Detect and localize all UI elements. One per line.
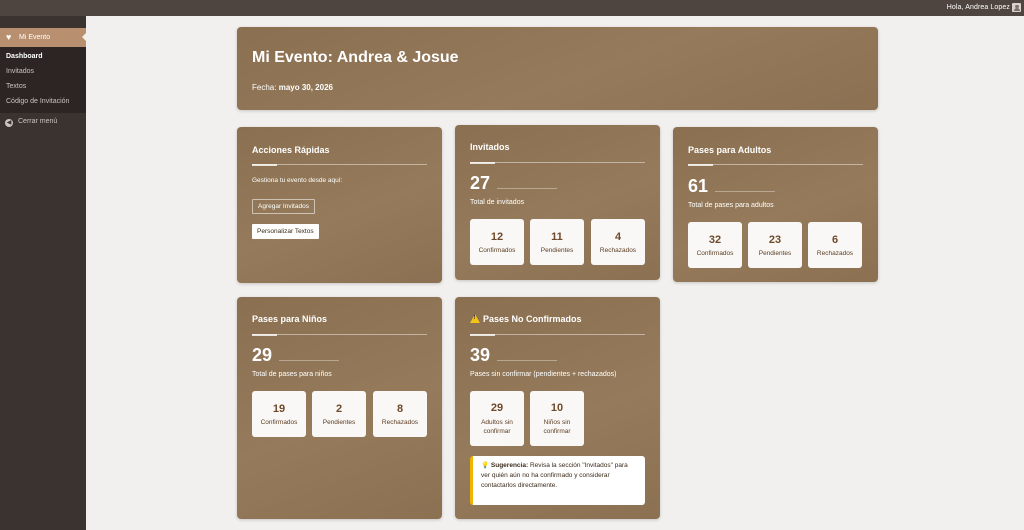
stat-value: 23 — [768, 234, 782, 246]
unconfirmed-caption: Pases sin confirmar (pendientes + rechaz… — [470, 371, 617, 378]
event-date: Fecha: mayo 30, 2026 — [252, 83, 333, 92]
sidebar-app-title: Mi Evento — [19, 34, 51, 41]
active-indicator — [82, 32, 87, 42]
sidebar-item-textos[interactable]: Textos — [6, 83, 26, 90]
stat-label: Confirmados — [696, 250, 734, 257]
stat-pending: 23 Pendientes — [748, 222, 802, 268]
sidebar-item-codigo-invitacion[interactable]: Código de Invitación — [6, 98, 69, 105]
stat-rejected: 8 Rechazados — [373, 391, 427, 437]
stat-label-line2: confirmar — [543, 428, 571, 435]
suggestion-label: Sugerencia: — [490, 462, 529, 469]
quick-actions-card: Acciones Rápidas Gestiona tu evento desd… — [237, 127, 442, 283]
number-underline — [497, 188, 557, 189]
number-underline — [497, 360, 557, 361]
collapse-arrow-icon: ◀ — [5, 119, 13, 127]
adult-passes-caption: Total de pases para adultos — [688, 202, 774, 209]
unconfirmed-passes-card: Pases No Confirmados 39 Pases sin confir… — [455, 297, 660, 519]
stat-label: Pendientes — [758, 250, 792, 257]
sidebar-submenu: Dashboard Invitados Textos Código de Inv… — [0, 47, 86, 113]
stat-confirmed: 19 Confirmados — [252, 391, 306, 437]
guests-card: Invitados 27 Total de invitados 12 Confi… — [455, 125, 660, 280]
stat-rejected: 6 Rechazados — [808, 222, 862, 268]
sidebar-item-invitados[interactable]: Invitados — [6, 68, 34, 75]
card-title: Acciones Rápidas — [252, 145, 330, 155]
stat-value: 8 — [396, 403, 404, 415]
stat-value: 12 — [490, 231, 504, 243]
stat-label: Pendientes — [322, 419, 356, 426]
suggestion-box: 💡 Sugerencia: Revisa la sección "Invitad… — [470, 456, 645, 505]
divider — [470, 333, 645, 336]
divider — [688, 163, 863, 166]
card-title-text: Pases No Confirmados — [483, 314, 582, 324]
quick-actions-description: Gestiona tu evento desde aquí: — [252, 177, 343, 184]
collapse-menu-label: Cerrar menú — [18, 118, 58, 125]
stat-value: 19 — [272, 403, 286, 415]
guests-caption: Total de invitados — [470, 199, 525, 206]
stat-label: Niños sin confirmar — [530, 418, 584, 436]
adult-passes-total: 61 — [688, 176, 709, 196]
stat-label: Rechazados — [381, 419, 419, 426]
heart-icon: ♥ — [6, 32, 12, 42]
stat-value: 4 — [614, 231, 622, 243]
event-date-label: Fecha: — [252, 83, 277, 92]
admin-top-bar: Hola, Andrea Lopez — [0, 0, 1024, 16]
stat-value: 2 — [335, 403, 343, 415]
stat-label: Rechazados — [816, 250, 854, 257]
collapse-menu-button[interactable]: ◀ Cerrar menú — [5, 118, 57, 127]
user-greeting[interactable]: Hola, Andrea Lopez — [947, 4, 1010, 11]
stat-adults-unconfirmed: 29 Adultos sin confirmar — [470, 391, 524, 446]
page-title: Mi Evento: Andrea & Josue — [252, 49, 459, 66]
stat-label: Confirmados — [478, 247, 516, 254]
stat-label: Confirmados — [260, 419, 298, 426]
card-title: Pases para Niños — [252, 314, 328, 324]
number-underline — [279, 360, 339, 361]
kid-passes-card: Pases para Niños 29 Total de pases para … — [237, 297, 442, 519]
stat-label-line1: Adultos sin — [481, 419, 513, 426]
unconfirmed-total: 39 — [470, 345, 491, 365]
stat-pending: 11 Pendientes — [530, 219, 584, 265]
divider — [470, 161, 645, 164]
warning-icon — [470, 314, 480, 323]
stat-confirmed: 32 Confirmados — [688, 222, 742, 268]
guests-total: 27 — [470, 173, 491, 193]
stat-confirmed: 12 Confirmados — [470, 219, 524, 265]
add-guests-button[interactable]: Agregar Invitados — [252, 199, 315, 214]
kid-passes-total: 29 — [252, 345, 273, 365]
stat-label: Pendientes — [540, 247, 574, 254]
event-header-card: Mi Evento: Andrea & Josue Fecha: mayo 30… — [237, 27, 878, 110]
stat-label: Rechazados — [599, 247, 637, 254]
stat-label-line2: confirmar — [483, 428, 511, 435]
stat-label: Adultos sin confirmar — [470, 418, 524, 436]
adult-passes-card: Pases para Adultos 61 Total de pases par… — [673, 127, 878, 282]
sidebar: ♥ Mi Evento Dashboard Invitados Textos C… — [0, 16, 87, 530]
user-avatar-icon[interactable] — [1012, 3, 1021, 12]
lightbulb-icon: 💡 — [481, 462, 490, 469]
stat-kids-unconfirmed: 10 Niños sin confirmar — [530, 391, 584, 446]
stat-value: 11 — [551, 231, 563, 243]
stat-value: 29 — [490, 402, 504, 414]
stat-value: 32 — [708, 234, 722, 246]
divider — [252, 333, 427, 336]
stat-pending: 2 Pendientes — [312, 391, 366, 437]
event-date-value: mayo 30, 2026 — [278, 83, 333, 92]
stat-rejected: 4 Rechazados — [591, 219, 645, 265]
divider — [252, 163, 427, 166]
stat-value: 6 — [831, 234, 839, 246]
card-title: Pases No Confirmados — [470, 314, 582, 324]
sidebar-item-mi-evento[interactable]: ♥ Mi Evento — [0, 28, 87, 47]
stat-label-line1: Niños sin — [543, 419, 571, 426]
card-title: Invitados — [470, 142, 510, 152]
customize-texts-button[interactable]: Personalizar Textos — [252, 224, 319, 239]
kid-passes-caption: Total de pases para niños — [252, 371, 332, 378]
sidebar-item-dashboard[interactable]: Dashboard — [6, 53, 43, 60]
card-title: Pases para Adultos — [688, 145, 772, 155]
number-underline — [715, 191, 775, 192]
stat-value: 10 — [550, 402, 564, 414]
